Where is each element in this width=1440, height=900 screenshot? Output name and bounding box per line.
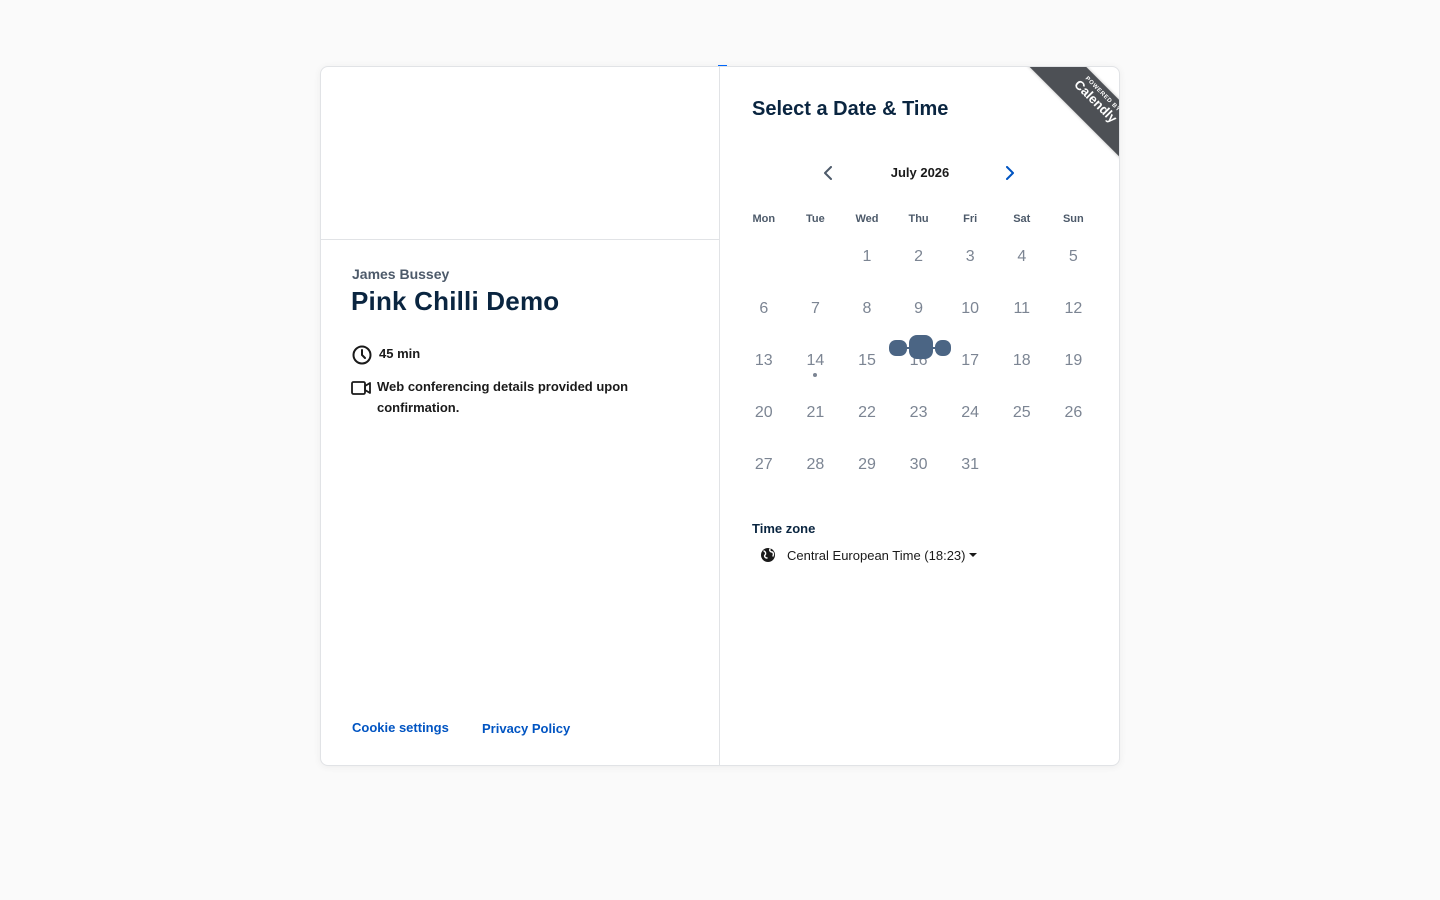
weekday-label: Mon bbox=[752, 213, 776, 225]
caret-down-icon bbox=[969, 553, 978, 557]
calendar-week: 20 21 22 23 24 25 26 bbox=[738, 387, 1100, 439]
calendar-empty-cell bbox=[1048, 439, 1100, 491]
calendar-day: 21 bbox=[806, 404, 825, 421]
calendar-day: 1 bbox=[862, 248, 872, 265]
calendar-day: 7 bbox=[810, 300, 820, 317]
clock-icon bbox=[351, 344, 373, 366]
calendar-day: 22 bbox=[858, 404, 876, 421]
powered-by-ribbon[interactable]: POWERED BY Calendly bbox=[1021, 67, 1120, 167]
event-location: Web conferencing details provided upon c… bbox=[351, 376, 671, 418]
calendar-day: 4 bbox=[1017, 248, 1027, 265]
page-title: Select a Date & Time bbox=[752, 98, 949, 120]
event-details-panel: James Bussey Pink Chilli Demo 45 min Web… bbox=[321, 67, 720, 765]
timezone-value: Central European Time (18:23) bbox=[787, 547, 966, 563]
calendar-day: 19 bbox=[1064, 352, 1083, 369]
calendar-day: 23 bbox=[909, 404, 928, 421]
calendar-empty-cell bbox=[996, 439, 1048, 491]
next-month-button[interactable] bbox=[998, 161, 1022, 185]
month-label: July 2026 bbox=[890, 165, 950, 180]
calendar-day: 20 bbox=[754, 404, 773, 421]
calendar-day: 27 bbox=[754, 456, 773, 473]
event-duration: 45 min bbox=[351, 344, 420, 366]
weekday-label: Tue bbox=[806, 213, 825, 225]
timezone-select[interactable]: Central European Time (18:23) bbox=[760, 547, 978, 563]
weekday-label: Wed bbox=[855, 213, 879, 225]
calendar-day: 28 bbox=[806, 456, 825, 473]
timezone-label: Time zone bbox=[752, 521, 816, 536]
privacy-policy-link[interactable]: Privacy Policy bbox=[482, 721, 570, 736]
logo-area bbox=[321, 67, 719, 240]
calendar-day: 8 bbox=[862, 300, 872, 317]
calendar-day: 12 bbox=[1064, 300, 1083, 317]
weekday-label: Sun bbox=[1062, 213, 1084, 225]
calendar-day: 26 bbox=[1064, 404, 1083, 421]
booking-card: James Bussey Pink Chilli Demo 45 min Web… bbox=[320, 66, 1120, 766]
organizer-name: James Bussey bbox=[352, 266, 450, 282]
location-text: Web conferencing details provided upon c… bbox=[377, 379, 629, 415]
calendar-grid: 1 2 3 4 5 6 7 8 9 10 11 12 13 14 15 16 17 18 19 20 21 22 23 24 2… bbox=[738, 231, 1100, 491]
calendar-week: 6 7 8 9 10 11 12 bbox=[738, 283, 1100, 335]
calendar-day: 31 bbox=[961, 456, 980, 473]
globe-icon bbox=[760, 547, 776, 563]
chevron-left-icon bbox=[824, 166, 832, 180]
weekday-label: Sat bbox=[1013, 213, 1031, 225]
calendar-day: 3 bbox=[965, 248, 975, 265]
calendar-day: 11 bbox=[1013, 300, 1031, 317]
weekday-label: Fri bbox=[963, 213, 978, 225]
weekday-header: Mon Tue Wed Thu Fri Sat Sun bbox=[738, 213, 1099, 225]
calendar-empty-cell bbox=[790, 231, 842, 283]
calendar-day: 25 bbox=[1012, 404, 1031, 421]
chevron-right-icon bbox=[1006, 166, 1014, 180]
calendar-day: 10 bbox=[961, 300, 980, 317]
calendar-day: 29 bbox=[858, 456, 876, 473]
event-title: Pink Chilli Demo bbox=[351, 286, 560, 316]
calendar-day: 14 bbox=[790, 335, 842, 387]
video-camera-icon bbox=[351, 377, 371, 399]
previous-month-button[interactable] bbox=[816, 161, 840, 185]
calendar-day: 15 bbox=[858, 352, 876, 369]
weekday-label: Thu bbox=[908, 213, 929, 225]
calendar-day: 24 bbox=[961, 404, 980, 421]
month-navigation: July 2026 bbox=[720, 161, 1119, 185]
calendar-week: 1 2 3 4 5 bbox=[738, 231, 1100, 283]
loading-spinner bbox=[889, 335, 953, 361]
calendar-day: 6 bbox=[759, 300, 769, 317]
ribbon-small-text: POWERED BY bbox=[1083, 75, 1120, 114]
calendar-week: 27 28 29 30 31 bbox=[738, 439, 1100, 491]
duration-text: 45 min bbox=[379, 346, 421, 361]
calendar-day: 9 bbox=[914, 300, 924, 317]
date-picker-panel: Select a Date & Time July 2026 Mon Tue W… bbox=[720, 67, 1120, 765]
calendar-empty-cell bbox=[738, 231, 790, 283]
calendar-day: 13 bbox=[754, 352, 773, 369]
calendar-day: 30 bbox=[909, 456, 928, 473]
calendar-day: 2 bbox=[914, 248, 924, 265]
calendly-logo: Calendly bbox=[1071, 76, 1120, 126]
calendar-day: 18 bbox=[1012, 352, 1031, 369]
cookie-settings-link[interactable]: Cookie settings bbox=[352, 720, 449, 735]
calendar-day: 5 bbox=[1068, 248, 1078, 265]
